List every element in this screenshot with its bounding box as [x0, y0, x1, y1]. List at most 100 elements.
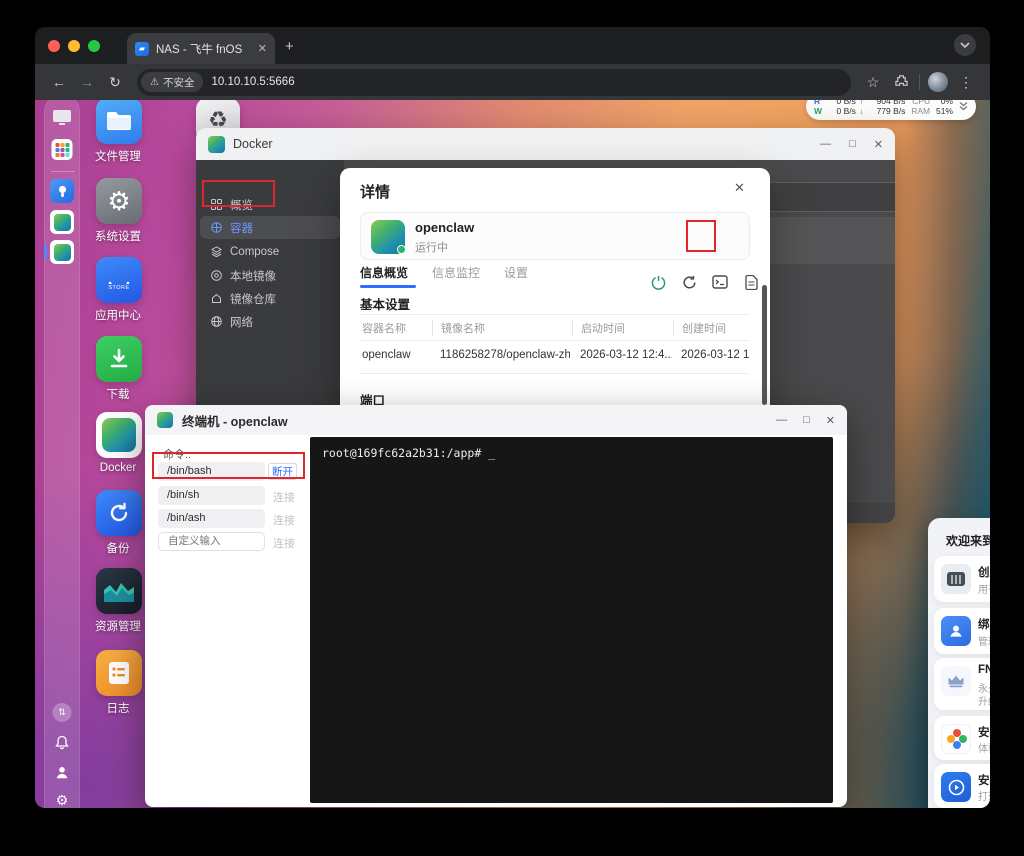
- browser-toolbar: ← → ↻ ⚠ 不安全 10.10.10.5:5666 ☆ ⋮: [35, 64, 990, 100]
- window-close-light[interactable]: [48, 40, 60, 52]
- show-desktop-icon[interactable]: [52, 109, 72, 126]
- forward-icon[interactable]: →: [73, 74, 101, 90]
- welcome-card-install-photos[interactable]: 安装 体验: [934, 716, 990, 760]
- logs-document-icon[interactable]: [742, 273, 760, 291]
- card-subtitle: 升级: [978, 693, 990, 708]
- card-title: FN: [978, 664, 990, 676]
- sidebar-item-network[interactable]: 网络: [200, 310, 340, 333]
- modal-scrollbar[interactable]: [762, 285, 767, 405]
- terminal-icon[interactable]: [711, 273, 729, 291]
- app-docker[interactable]: [96, 412, 142, 458]
- window-zoom-light[interactable]: [88, 40, 100, 52]
- maximize-icon[interactable]: □: [849, 138, 856, 150]
- extensions-icon[interactable]: [887, 74, 915, 90]
- cell-image-name: 1186258278/openclaw-zh:la...: [440, 349, 570, 361]
- close-icon[interactable]: ✕: [874, 138, 883, 151]
- modal-title: 详情: [360, 181, 390, 202]
- tab-info-monitor[interactable]: 信息监控: [432, 264, 480, 281]
- transfer-status-icon[interactable]: ⇅: [53, 703, 72, 722]
- app-file-manager[interactable]: [96, 100, 142, 144]
- collapse-chevrons-icon[interactable]: [959, 101, 968, 113]
- connect-button[interactable]: 连接: [273, 489, 295, 505]
- tab-search-chevron-icon[interactable]: [954, 34, 976, 56]
- running-status-dot: [397, 245, 406, 254]
- power-toggle-icon[interactable]: [649, 273, 667, 291]
- user-account-icon[interactable]: [55, 765, 70, 780]
- docker-window-header[interactable]: Docker — □ ✕: [196, 128, 895, 160]
- restart-icon[interactable]: [680, 273, 698, 291]
- dock-settings-gear-icon[interactable]: ⚙: [56, 792, 69, 808]
- command-ash[interactable]: /bin/ash: [158, 509, 265, 528]
- window-minimize-light[interactable]: [68, 40, 80, 52]
- terminal-window-header[interactable]: 终端机 - openclaw — □ ✕: [145, 405, 847, 435]
- system-status-widget[interactable]: R W 0 B/s 0 B/s ↑ ↓ 904 B/s 779 B/s CPU: [806, 100, 976, 120]
- url-text: 10.10.10.5:5666: [211, 76, 294, 88]
- notifications-bell-icon[interactable]: [55, 735, 70, 750]
- card-subtitle: 管理: [978, 633, 990, 648]
- dock-terminal-app-icon[interactable]: [50, 240, 74, 264]
- app-system-settings[interactable]: ⚙: [96, 178, 142, 224]
- browser-tab[interactable]: ▰ NAS - 飞牛 fnOS ✕: [127, 33, 275, 64]
- welcome-card-create[interactable]: 创建 用于: [934, 556, 990, 602]
- reload-icon[interactable]: ↻: [101, 74, 129, 91]
- welcome-panel: 欢迎来到 fnOS 创建 用于 绑定 管理: [928, 518, 990, 808]
- browser-tabstrip: ▰ NAS - 飞牛 fnOS ✕ +: [35, 27, 990, 64]
- modal-close-icon[interactable]: ✕: [734, 180, 745, 196]
- app-app-center[interactable]: STORE: [96, 257, 142, 303]
- tab-close-icon[interactable]: ✕: [258, 42, 267, 55]
- dock-active-indicator: [44, 244, 47, 259]
- dock-docker-app-icon[interactable]: [50, 210, 74, 234]
- minimize-icon[interactable]: —: [820, 138, 831, 150]
- bookmark-star-icon[interactable]: ☆: [859, 74, 887, 91]
- warning-icon: ⚠: [150, 77, 159, 88]
- tab-settings[interactable]: 设置: [504, 264, 528, 281]
- annotation-box-containers: [202, 180, 275, 207]
- card-subtitle: 体验: [978, 740, 990, 755]
- back-icon[interactable]: ←: [45, 74, 73, 90]
- tab-info-overview[interactable]: 信息概览: [360, 264, 408, 281]
- welcome-card-install-video[interactable]: 安装 打通: [934, 764, 990, 808]
- app-logs[interactable]: [96, 650, 142, 696]
- connect-button[interactable]: 连接: [273, 535, 295, 551]
- terminal-window-title: 终端机 - openclaw: [182, 411, 288, 430]
- app-downloads[interactable]: [96, 336, 142, 382]
- minimize-icon[interactable]: —: [776, 414, 787, 426]
- sidebar-label: 容器: [230, 220, 253, 236]
- container-status-text: 运行中: [415, 239, 448, 255]
- write-speed: 0 B/s: [825, 107, 855, 116]
- sidebar-item-local-images[interactable]: 本地镜像: [200, 264, 340, 287]
- address-bar[interactable]: ⚠ 不安全 10.10.10.5:5666: [137, 69, 851, 96]
- custom-command-input[interactable]: [158, 532, 265, 551]
- dock-assistant-app-icon[interactable]: [50, 179, 74, 203]
- close-icon[interactable]: ✕: [826, 414, 835, 427]
- cell-start-time: 2026-03-12 12:4...: [580, 349, 672, 361]
- terminal-screen[interactable]: root@169fc62a2b31:/app# _: [310, 437, 833, 803]
- toolbar-divider: [919, 74, 920, 90]
- sidebar-item-compose[interactable]: Compose: [200, 240, 340, 263]
- welcome-card-bind[interactable]: 绑定 管理: [934, 608, 990, 654]
- maximize-icon[interactable]: □: [803, 414, 810, 426]
- app-resource-monitor[interactable]: [96, 568, 142, 614]
- sidebar-item-containers[interactable]: 容器: [200, 216, 340, 239]
- container-name: openclaw: [415, 220, 474, 235]
- app-label: 文件管理: [73, 148, 163, 164]
- sidebar-item-registry[interactable]: 镜像仓库: [200, 287, 340, 310]
- command-text: /bin/sh: [167, 489, 199, 501]
- video-play-icon: [941, 772, 971, 802]
- sidebar-label: 镜像仓库: [230, 291, 276, 307]
- active-tab-underline: [360, 285, 416, 288]
- card-title: 安装: [978, 772, 990, 788]
- welcome-card-fn[interactable]: FN 永久 升级: [934, 658, 990, 710]
- command-sh[interactable]: /bin/sh: [158, 486, 265, 505]
- app-backup[interactable]: [96, 490, 142, 536]
- new-tab-button[interactable]: +: [285, 39, 294, 54]
- fnos-desktop: ⇅ ⚙ 文件管理 ⚙ 系统设置 STORE 应用中心: [35, 100, 990, 808]
- security-chip[interactable]: ⚠ 不安全: [141, 72, 203, 92]
- connect-button[interactable]: 连接: [273, 512, 295, 528]
- card-title: 创建: [978, 564, 990, 580]
- card-title: 绑定: [978, 616, 990, 632]
- tab-favicon-icon: ▰: [135, 42, 149, 56]
- app-launcher-icon[interactable]: [52, 139, 73, 160]
- browser-menu-icon[interactable]: ⋮: [952, 74, 980, 91]
- profile-avatar[interactable]: [924, 72, 952, 92]
